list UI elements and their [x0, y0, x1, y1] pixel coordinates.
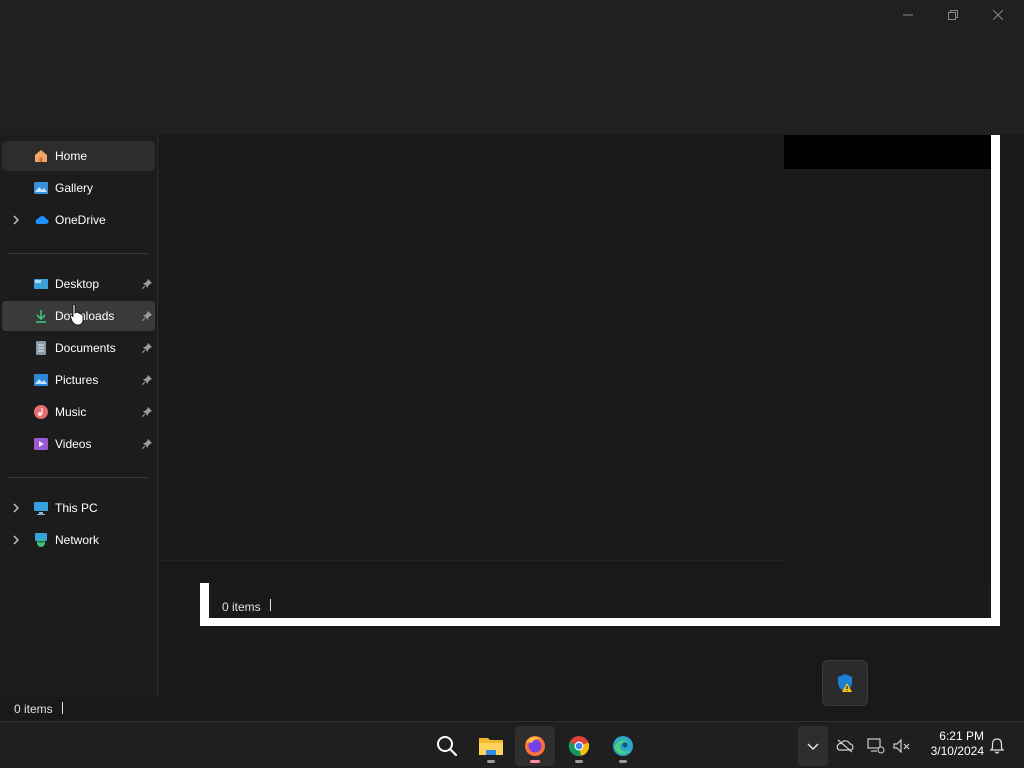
item-count: 0 items	[222, 600, 261, 614]
music-icon	[33, 404, 49, 420]
restore-icon	[948, 10, 958, 20]
downloads-icon	[33, 308, 49, 324]
sidebar-item-label: Gallery	[55, 181, 94, 195]
taskbar-chrome-button[interactable]	[559, 726, 599, 766]
sidebar-item-label: Documents	[55, 341, 116, 355]
onedrive-tray-button[interactable]	[831, 726, 859, 766]
inner-window-border	[991, 135, 1000, 625]
running-indicator	[487, 760, 495, 763]
sidebar-item-label: Pictures	[55, 373, 99, 387]
network-disconnected-icon	[867, 738, 885, 754]
sidebar-item-label: Home	[55, 149, 88, 163]
bell-icon	[989, 738, 1005, 754]
pin-icon[interactable]	[141, 374, 153, 386]
taskbar: 6:21 PM 3/10/2024	[0, 721, 1024, 768]
taskbar-firefox-button[interactable]	[515, 726, 555, 766]
pin-icon[interactable]	[141, 278, 153, 290]
pin-icon[interactable]	[141, 310, 153, 322]
file-list-area[interactable]: 0 items	[159, 135, 1024, 696]
this-pc-icon	[33, 500, 49, 516]
pin-icon[interactable]	[141, 406, 153, 418]
status-separator	[270, 599, 271, 611]
firefox-icon	[525, 736, 545, 756]
chevron-up-icon	[807, 743, 819, 750]
desktop-icon	[33, 276, 49, 292]
restore-button[interactable]	[931, 0, 975, 30]
pictures-icon	[33, 372, 49, 388]
sidebar-item-label: Downloads	[55, 309, 115, 323]
taskbar-file-explorer-button[interactable]	[471, 726, 511, 766]
clock-time: 6:21 PM	[939, 729, 984, 743]
running-indicator	[619, 760, 627, 763]
sidebar-item-label: Network	[55, 533, 100, 547]
pin-icon[interactable]	[141, 438, 153, 450]
mouse-cursor-hand	[70, 304, 84, 326]
sidebar-item-onedrive[interactable]: OneDrive	[2, 205, 155, 235]
sidebar-item-label: OneDrive	[55, 213, 106, 227]
minimize-icon	[903, 14, 913, 16]
sidebar-item-gallery[interactable]: Gallery	[2, 173, 155, 203]
sidebar-item-music[interactable]: Music	[2, 397, 155, 427]
volume-muted-icon	[893, 739, 910, 753]
taskbar-search-button[interactable]	[427, 726, 467, 766]
file-explorer-icon	[479, 738, 503, 755]
sidebar-item-label: Videos	[55, 437, 92, 451]
minimize-button[interactable]	[886, 0, 930, 30]
divider	[159, 560, 784, 561]
gallery-icon	[33, 180, 49, 196]
inner-window-titlebar	[784, 135, 992, 169]
show-hidden-icons-button[interactable]	[798, 726, 828, 766]
inner-status-bar: 0 items	[209, 583, 991, 618]
documents-icon	[33, 340, 49, 356]
pin-icon[interactable]	[141, 342, 153, 354]
sidebar-item-label: Music	[55, 405, 87, 419]
volume-tray-button[interactable]	[888, 726, 916, 766]
chevron-right-icon[interactable]	[11, 502, 21, 514]
sidebar-item-network[interactable]: Network	[2, 525, 155, 555]
sidebar-item-videos[interactable]: Videos	[2, 429, 155, 459]
sidebar-item-label: This PC	[55, 501, 98, 515]
navigation-pane: Home Gallery OneDrive Desktop Downloads	[0, 135, 158, 696]
close-button[interactable]	[976, 0, 1020, 30]
taskbar-edge-button[interactable]	[603, 726, 643, 766]
edge-icon	[613, 736, 633, 756]
security-notification[interactable]	[822, 660, 868, 706]
onedrive-icon	[33, 212, 49, 228]
divider	[8, 253, 148, 254]
divider	[8, 477, 148, 478]
inner-window-border	[200, 618, 1000, 626]
sidebar-item-documents[interactable]: Documents	[2, 333, 155, 363]
status-separator	[62, 702, 63, 714]
chevron-right-icon[interactable]	[11, 534, 21, 546]
network-tray-button[interactable]	[862, 726, 890, 766]
sidebar-item-this-pc[interactable]: This PC	[2, 493, 155, 523]
title-bar	[0, 0, 1024, 135]
system-clock[interactable]: 6:21 PM 3/10/2024	[920, 729, 984, 759]
shield-warning-icon	[838, 674, 852, 692]
status-bar: 0 items	[0, 696, 1024, 721]
running-indicator	[575, 760, 583, 763]
close-icon	[993, 10, 1003, 20]
chevron-right-icon[interactable]	[11, 214, 21, 226]
sidebar-item-pictures[interactable]: Pictures	[2, 365, 155, 395]
running-indicator	[530, 760, 540, 763]
sidebar-item-home[interactable]: Home	[2, 141, 155, 171]
search-icon	[437, 736, 458, 757]
network-icon	[33, 532, 49, 548]
home-icon	[33, 148, 49, 164]
item-count: 0 items	[14, 702, 53, 716]
videos-icon	[33, 436, 49, 452]
onedrive-offline-icon	[836, 739, 854, 753]
sidebar-item-label: Desktop	[55, 277, 100, 291]
chrome-icon	[568, 736, 590, 757]
sidebar-item-desktop[interactable]: Desktop	[2, 269, 155, 299]
notifications-button[interactable]	[983, 726, 1011, 766]
clock-date: 3/10/2024	[930, 744, 984, 758]
